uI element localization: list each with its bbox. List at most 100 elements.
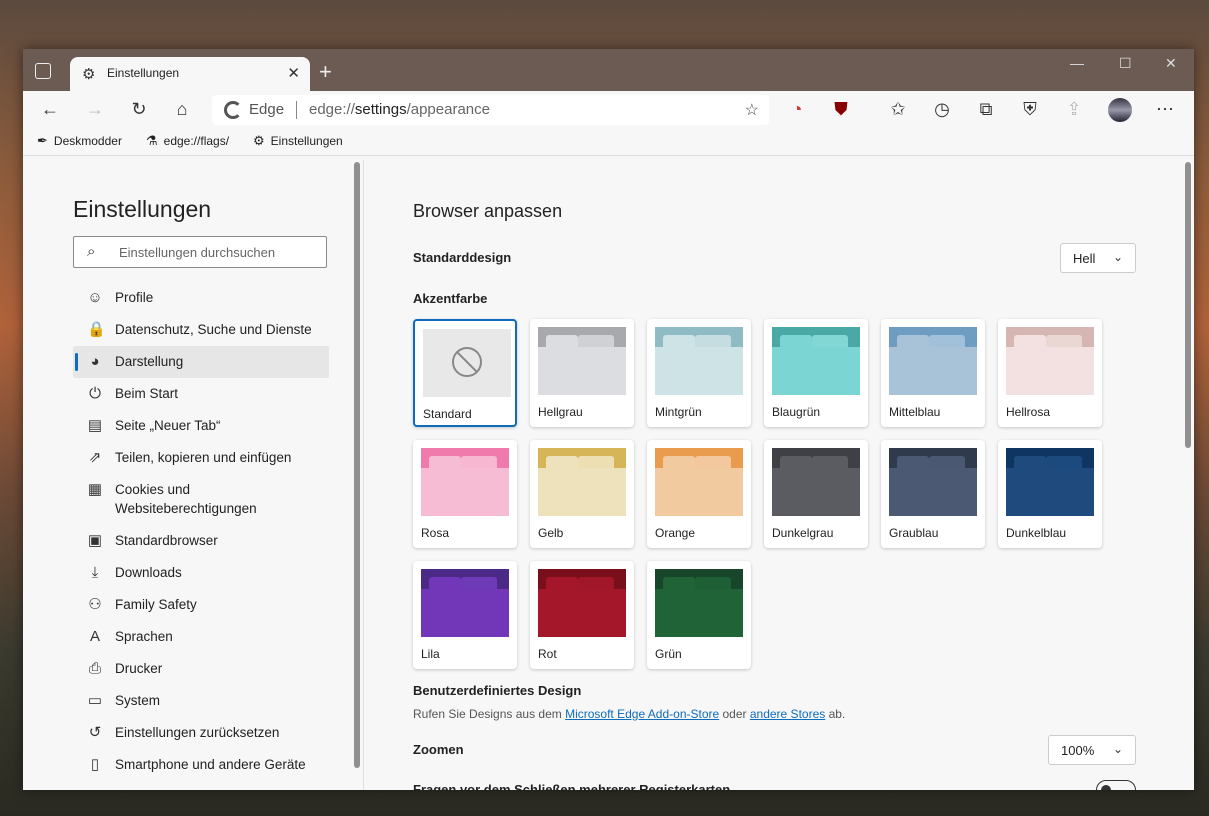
shield-icon[interactable]: ⛨ [1019, 99, 1041, 120]
gear-icon: ⚙ [82, 66, 96, 83]
bookmark-deskmodder[interactable]: ✒ Deskmodder [37, 133, 122, 149]
ublock-icon[interactable]: ⛊ [830, 99, 852, 120]
back-icon[interactable]: ← [39, 99, 61, 120]
minimize-icon[interactable]: — [1070, 55, 1084, 71]
more-icon[interactable]: ⋯ [1154, 99, 1176, 120]
folder-icon [889, 327, 977, 395]
swatch-label: Lila [421, 647, 440, 661]
zoom-dropdown[interactable]: 100% ⌄ [1048, 735, 1136, 765]
sidebar-item-11[interactable]: ⎙ Drucker [73, 653, 329, 685]
folder-icon [421, 448, 509, 516]
swatch-label: Rosa [421, 526, 450, 540]
printer-icon: ⎙ [88, 660, 101, 677]
main-scrollbar[interactable] [1185, 162, 1191, 448]
accent-swatch[interactable]: Dunkelgrau [764, 440, 868, 548]
avatar[interactable] [1108, 98, 1132, 122]
address-bar[interactable]: Edge edge://settings/appearance ☆ [212, 95, 769, 125]
sidebar-item-13[interactable]: ↺ Einstellungen zurücksetzen [73, 717, 329, 749]
sidebar-item-5[interactable]: ⇗ Teilen, kopieren und einfügen [73, 442, 329, 474]
close-window-icon[interactable]: ✕ [1165, 55, 1177, 72]
accent-swatch[interactable]: Graublau [881, 440, 985, 548]
swatch-label: Graublau [889, 526, 939, 540]
bookmark-settings[interactable]: ⚙ Einstellungen [253, 133, 343, 149]
accent-swatch[interactable]: Orange [647, 440, 751, 548]
sidebar-item-8[interactable]: ⤓ Downloads [73, 557, 329, 589]
search-placeholder: Einstellungen durchsuchen [119, 245, 276, 260]
new-tab-icon[interactable]: + [319, 59, 332, 85]
title-bar: ⚙ Einstellungen ✕ + — ☐ ✕ [23, 49, 1194, 91]
sidebar-item-4[interactable]: ▤ Seite „Neuer Tab“ [73, 410, 329, 442]
sidebar-item-2[interactable]: ◕ Darstellung [73, 346, 329, 378]
swatch-label: Dunkelblau [1006, 526, 1067, 540]
no-color-icon [423, 329, 511, 397]
tab-settings[interactable]: ⚙ Einstellungen ✕ [70, 57, 310, 91]
download-icon: ⤓ [91, 564, 99, 581]
extension-timer-icon[interactable]: ◔ [786, 99, 808, 120]
accent-swatch[interactable]: Mintgrün [647, 319, 751, 427]
bookmark-flags[interactable]: ⚗ edge://flags/ [146, 133, 229, 149]
folder-icon [655, 569, 743, 637]
theme-dropdown[interactable]: Hell ⌄ [1060, 243, 1136, 273]
close-tab-icon[interactable]: ✕ [287, 64, 300, 82]
sidebar-item-10[interactable]: A Sprachen [73, 621, 329, 653]
sidebar-item-9[interactable]: ⚇ Family Safety [73, 589, 329, 621]
folder-icon [655, 327, 743, 395]
sidebar-item-label: Sprachen [115, 629, 173, 644]
accent-swatch[interactable]: Rot [530, 561, 634, 669]
accent-swatch[interactable]: Blaugrün [764, 319, 868, 427]
tab-actions-icon[interactable] [35, 63, 51, 79]
accent-swatch[interactable]: Standard [413, 319, 517, 427]
sidebar-item-6[interactable]: ▦ Cookies und Websiteberechtigungen [73, 474, 329, 525]
page-content: Einstellungen ⌕ Einstellungen durchsuche… [23, 160, 1194, 790]
home-icon[interactable]: ⌂ [171, 99, 193, 120]
accent-swatch[interactable]: Hellgrau [530, 319, 634, 427]
accent-swatch[interactable]: Rosa [413, 440, 517, 548]
share-icon[interactable]: ⇪ [1063, 99, 1085, 120]
zoom-value: 100% [1061, 743, 1095, 758]
favorites-icon[interactable]: ✩ [887, 99, 909, 120]
toggle-knob [1101, 785, 1111, 790]
accent-swatch[interactable]: Mittelblau [881, 319, 985, 427]
chevron-down-icon: ⌄ [1112, 250, 1123, 264]
refresh-icon[interactable]: ↻ [128, 99, 150, 120]
history-icon[interactable]: ◷ [931, 99, 953, 120]
add-favorite-icon[interactable]: ☆ [745, 100, 759, 120]
sidebar-nav: ☺ Profile 🔒 Datenschutz, Suche und Dienste ◕… [73, 282, 329, 781]
forward-icon[interactable]: → [84, 99, 106, 120]
folder-icon [772, 327, 860, 395]
other-stores-link[interactable]: andere Stores [750, 707, 825, 721]
folder-icon [889, 448, 977, 516]
sidebar-item-label: Einstellungen zurücksetzen [115, 725, 280, 740]
sidebar-item-1[interactable]: 🔒 Datenschutz, Suche und Dienste [73, 314, 329, 346]
newtab-icon: ▤ [87, 417, 103, 434]
swatch-label: Orange [655, 526, 696, 540]
maximize-icon[interactable]: ☐ [1119, 55, 1132, 72]
accent-swatch[interactable]: Gelb [530, 440, 634, 548]
folder-icon [1006, 327, 1094, 395]
sidebar-item-label: Drucker [115, 661, 163, 676]
folder-icon [655, 448, 743, 516]
sidebar-item-3[interactable]: ⏻ Beim Start [73, 378, 329, 410]
close-tabs-toggle[interactable] [1096, 780, 1136, 790]
collections-icon[interactable]: ⧉ [975, 99, 997, 120]
search-input[interactable]: ⌕ Einstellungen durchsuchen [73, 236, 327, 268]
accent-swatch[interactable]: Grün [647, 561, 751, 669]
palette-icon: ◕ [90, 353, 100, 370]
accent-swatch[interactable]: Lila [413, 561, 517, 669]
sidebar-item-7[interactable]: ▣ Standardbrowser [73, 525, 329, 557]
accent-label: Akzentfarbe [413, 291, 488, 306]
sidebar-item-0[interactable]: ☺ Profile [73, 282, 329, 314]
sidebar-item-label: Cookies und Websiteberechtigungen [115, 482, 257, 516]
address-url[interactable]: edge://settings/appearance [309, 101, 490, 118]
page-title: Browser anpassen [413, 201, 563, 221]
profile-icon: ☺ [87, 289, 103, 306]
sidebar-scrollbar[interactable] [354, 162, 360, 768]
sidebar-item-14[interactable]: ▯ Smartphone und andere Geräte [73, 749, 329, 781]
addon-store-link[interactable]: Microsoft Edge Add-on-Store [565, 707, 719, 721]
custom-theme-text: Rufen Sie Designs aus dem Microsoft Edge… [413, 707, 846, 721]
accent-swatch[interactable]: Hellrosa [998, 319, 1102, 427]
accent-swatch[interactable]: Dunkelblau [998, 440, 1102, 548]
lock-icon: 🔒 [87, 321, 106, 338]
sidebar-item-12[interactable]: ▭ System [73, 685, 329, 717]
browser-icon: ▣ [87, 532, 103, 549]
